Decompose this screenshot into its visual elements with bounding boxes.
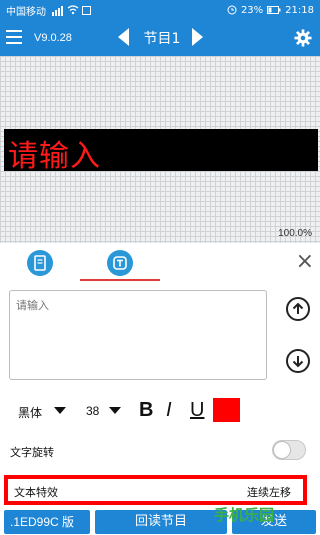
text-effect-value[interactable]: 连续左移 (247, 484, 291, 500)
status-right: 23% 21:18 (227, 5, 314, 16)
status-icons (52, 5, 91, 16)
top-bar: V9.0.28 节目1 (0, 20, 320, 56)
device-button[interactable]: .1ED99C 版 (4, 510, 90, 534)
watermark-logo: 手机乐园 (214, 506, 275, 524)
text-color-swatch[interactable] (213, 398, 240, 422)
arrow-up-icon (292, 302, 304, 314)
gear-icon[interactable] (294, 29, 312, 47)
menu-icon[interactable] (6, 30, 22, 44)
led-preview-text: 请输入 (8, 139, 101, 174)
alarm-icon (227, 5, 237, 15)
toggle-knob (273, 441, 291, 459)
font-family-select[interactable]: 黑体 (18, 404, 42, 421)
move-up-button[interactable] (286, 297, 310, 321)
battery-icon (267, 6, 281, 14)
text-effect-label: 文本特效 (14, 486, 58, 499)
signal-icon (52, 5, 64, 16)
wifi-icon (67, 5, 79, 15)
bold-button[interactable]: B (139, 399, 153, 422)
tab-document[interactable] (27, 250, 53, 276)
arrow-down-icon (292, 356, 304, 368)
led-preview-canvas[interactable]: 请输入 100.0% (0, 56, 320, 243)
notification-icon (82, 5, 91, 15)
clock: 21:18 (285, 4, 314, 16)
text-content-input[interactable] (9, 290, 267, 380)
carrier-label: 中国移动 (6, 6, 46, 18)
font-size-select[interactable]: 38 (86, 404, 99, 418)
active-tab-indicator (80, 279, 160, 281)
text-rotate-toggle[interactable] (272, 440, 306, 460)
text-rotate-label: 文字旋转 (10, 446, 54, 459)
next-program-arrow-icon[interactable] (192, 28, 203, 46)
font-toolbar: 黑体 38 B I U (0, 394, 320, 428)
move-down-button[interactable] (286, 349, 310, 373)
app-version: V9.0.28 (34, 32, 72, 44)
font-family-dropdown-icon[interactable] (54, 407, 66, 414)
battery-percent: 23% (240, 4, 264, 16)
underline-button[interactable]: U (190, 399, 204, 422)
readback-program-button[interactable]: 回读节目 (95, 510, 227, 534)
close-icon[interactable]: × (296, 251, 314, 273)
tab-text[interactable] (107, 250, 133, 276)
zoom-level: 100.0% (278, 228, 312, 239)
font-size-dropdown-icon[interactable] (109, 407, 121, 414)
program-title: 节目1 (143, 31, 181, 47)
text-icon (113, 256, 127, 270)
status-bar: 中国移动 23% 21:18 (0, 0, 320, 20)
italic-button[interactable]: I (166, 399, 172, 422)
editor-tabs: × (0, 243, 320, 283)
prev-program-arrow-icon[interactable] (118, 28, 129, 46)
led-display-strip[interactable]: 请输入 (4, 129, 318, 174)
document-icon (34, 255, 46, 271)
